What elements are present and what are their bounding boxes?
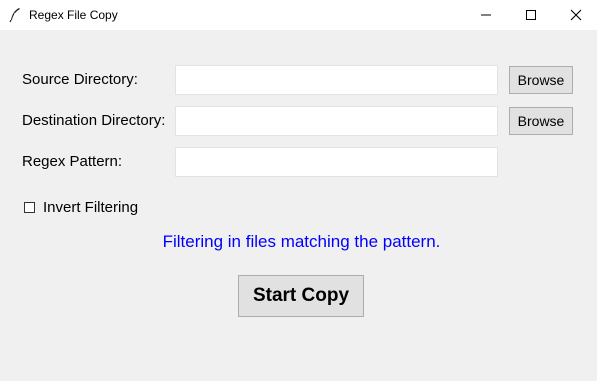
invert-filtering-checkbox[interactable] xyxy=(24,202,35,213)
source-directory-label: Source Directory: xyxy=(22,71,138,88)
destination-directory-input[interactable] xyxy=(175,106,498,136)
invert-filtering-label[interactable]: Invert Filtering xyxy=(43,199,138,216)
regex-pattern-input[interactable] xyxy=(175,147,498,177)
destination-directory-label: Destination Directory: xyxy=(22,112,166,129)
minimize-button[interactable] xyxy=(463,0,509,30)
filter-status-text: Filtering in files matching the pattern. xyxy=(162,232,441,251)
title-bar: Regex File Copy xyxy=(0,0,597,30)
window-title: Regex File Copy xyxy=(29,8,118,22)
destination-browse-button[interactable]: Browse xyxy=(509,107,573,135)
close-button[interactable] xyxy=(553,0,597,30)
start-copy-button[interactable]: Start Copy xyxy=(238,275,364,317)
maximize-button[interactable] xyxy=(508,0,554,30)
app-window: Regex File Copy Source Directory: Browse… xyxy=(0,0,597,381)
feather-icon xyxy=(8,7,22,23)
source-directory-input[interactable] xyxy=(175,65,498,95)
regex-pattern-label: Regex Pattern: xyxy=(22,153,123,170)
source-browse-button[interactable]: Browse xyxy=(509,66,573,94)
